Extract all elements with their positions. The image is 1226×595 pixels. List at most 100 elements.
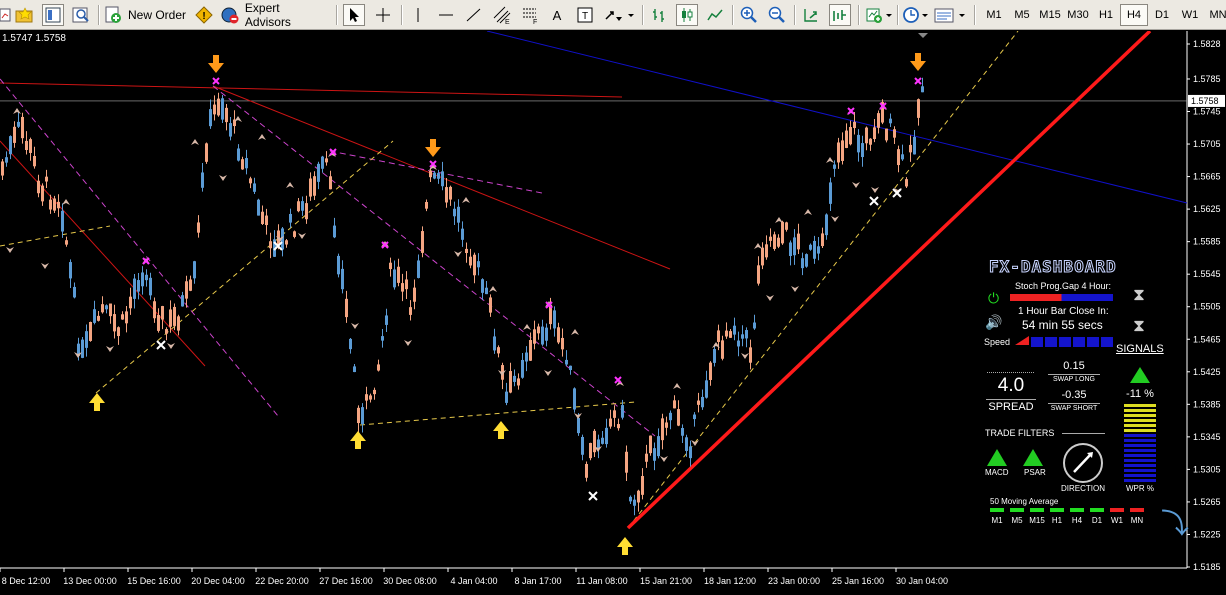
signals-label: SIGNALS (1116, 343, 1164, 355)
text-label-tool-icon[interactable]: T (574, 4, 596, 26)
time-tick-label: 23 Jan 00:00 (768, 576, 820, 586)
expert-advisors-button[interactable]: Expert Advisors (220, 1, 328, 29)
chart-shift-icon[interactable] (829, 4, 851, 26)
candle-body (853, 121, 856, 129)
candle-body (781, 221, 784, 244)
candle-body (745, 330, 748, 339)
candle-body (861, 143, 864, 158)
toolbar-separator (858, 5, 859, 25)
candle-body (409, 307, 412, 315)
trendline-dashed-top[interactable] (329, 150, 543, 194)
candle-body (541, 326, 544, 345)
templates-dropdown-icon[interactable] (932, 4, 970, 26)
trendline-dashed-mid[interactable] (212, 85, 656, 437)
trendline-blue[interactable] (486, 31, 1188, 204)
bar-chart-icon[interactable] (648, 4, 670, 26)
indicators-dropdown-icon[interactable] (864, 4, 894, 26)
toolbar-separator (401, 5, 402, 25)
autotrading-warning-icon[interactable]: ! (193, 4, 215, 26)
candle-body (257, 199, 260, 216)
candle-body (737, 340, 740, 347)
equidistant-channel-icon[interactable]: E (491, 4, 513, 26)
candle-body (537, 326, 540, 334)
chart-shift-marker[interactable] (918, 33, 928, 38)
candle-body (749, 347, 752, 363)
candle-body (905, 179, 908, 187)
candle-body (389, 262, 392, 270)
fractal-down-marker (741, 353, 749, 359)
macd-up-arrow-icon (987, 449, 1007, 466)
trendline-red-left[interactable] (0, 140, 206, 367)
trade-filters-label: TRADE FILTERS (985, 428, 1055, 438)
timeframe-h1-button[interactable]: H1 (1092, 4, 1120, 26)
timeframe-w1-button[interactable]: W1 (1176, 4, 1204, 26)
swap-long-label: SWAP LONG (1048, 374, 1100, 383)
toolbar-separator (974, 5, 975, 25)
ma-timeframe-label: H4 (1071, 516, 1083, 525)
candle-body (309, 178, 312, 197)
trendline-dashed-left[interactable] (0, 78, 279, 417)
candle-body (41, 185, 44, 202)
candle-body (425, 201, 428, 209)
fractal-up-marker (673, 383, 681, 389)
white-cross-marker (156, 340, 166, 350)
zoom-in-icon[interactable] (738, 4, 760, 26)
timeframe-m1-button[interactable]: M1 (980, 4, 1008, 26)
profiles-icon[interactable] (14, 4, 36, 26)
new-chart-icon[interactable] (0, 4, 12, 26)
candle-body (773, 234, 776, 249)
trendline-yellow-2[interactable] (359, 401, 636, 426)
svg-text:F: F (533, 19, 537, 24)
trendline-tool-icon[interactable] (463, 4, 485, 26)
timeframe-m15-button[interactable]: M15 (1036, 4, 1064, 26)
candle-body (613, 410, 616, 418)
candle-body (313, 176, 316, 196)
navigator-icon[interactable] (70, 4, 92, 26)
wpr-meter-bar (1124, 429, 1156, 432)
timeframe-m30-button[interactable]: M30 (1064, 4, 1092, 26)
periods-clock-dropdown-icon[interactable] (901, 4, 931, 26)
candle-body (113, 314, 116, 332)
fibonacci-tool-icon[interactable]: F (519, 4, 541, 26)
candle-body (477, 261, 480, 268)
candle-body (517, 378, 520, 386)
direction-label: DIRECTION (1061, 484, 1105, 493)
time-tick-label: 30 Dec 08:00 (383, 576, 437, 586)
horizontal-line-icon[interactable] (435, 4, 457, 26)
text-tool-button[interactable]: A (546, 4, 568, 26)
stoch-label: Stoch Prog.Gap 4 Hour: (1015, 281, 1112, 291)
timeframe-h4-button[interactable]: H4 (1120, 4, 1148, 26)
toolbar-separator (794, 5, 795, 25)
time-tick-label: 4 Jan 04:00 (450, 576, 497, 586)
ma-timeframe-m15: M15 (1028, 508, 1046, 525)
resistance-line-red[interactable] (0, 82, 623, 98)
market-watch-icon[interactable] (42, 4, 64, 26)
white-cross-marker (588, 491, 598, 501)
timeframe-mn-button[interactable]: MN (1204, 4, 1226, 26)
new-order-button[interactable]: New Order (104, 4, 190, 26)
vertical-line-icon[interactable] (407, 4, 429, 26)
candle-body (185, 281, 188, 299)
crosshair-tool-icon[interactable] (372, 4, 394, 26)
fractal-up-marker (462, 197, 470, 203)
toolbar-separator (897, 5, 898, 25)
sell-signal-arrow-icon (208, 55, 224, 73)
candle-body (377, 364, 380, 371)
candle-body (877, 113, 880, 128)
trendline-yellow-1[interactable] (95, 140, 394, 394)
arrows-tool-icon[interactable] (603, 4, 635, 26)
zoom-out-icon[interactable] (766, 4, 788, 26)
candle-body (85, 331, 88, 348)
autoscroll-icon[interactable] (800, 4, 822, 26)
wpr-meter-bar (1124, 444, 1156, 447)
timeframe-d1-button[interactable]: D1 (1148, 4, 1176, 26)
candle-body (385, 315, 388, 325)
timeframe-m5-button[interactable]: M5 (1008, 4, 1036, 26)
chart-area[interactable]: 1.5828 1.5785 1.5745 1.5705 1.5665 1.5625 1.55… (0, 31, 1226, 595)
line-chart-icon[interactable] (704, 4, 726, 26)
cursor-tool-icon[interactable] (343, 4, 365, 26)
candle-body (89, 322, 92, 341)
candlestick-chart-icon[interactable] (676, 4, 698, 26)
ma-timeframe-label: M5 (1011, 516, 1023, 525)
wpr-meter-bar (1124, 414, 1156, 417)
